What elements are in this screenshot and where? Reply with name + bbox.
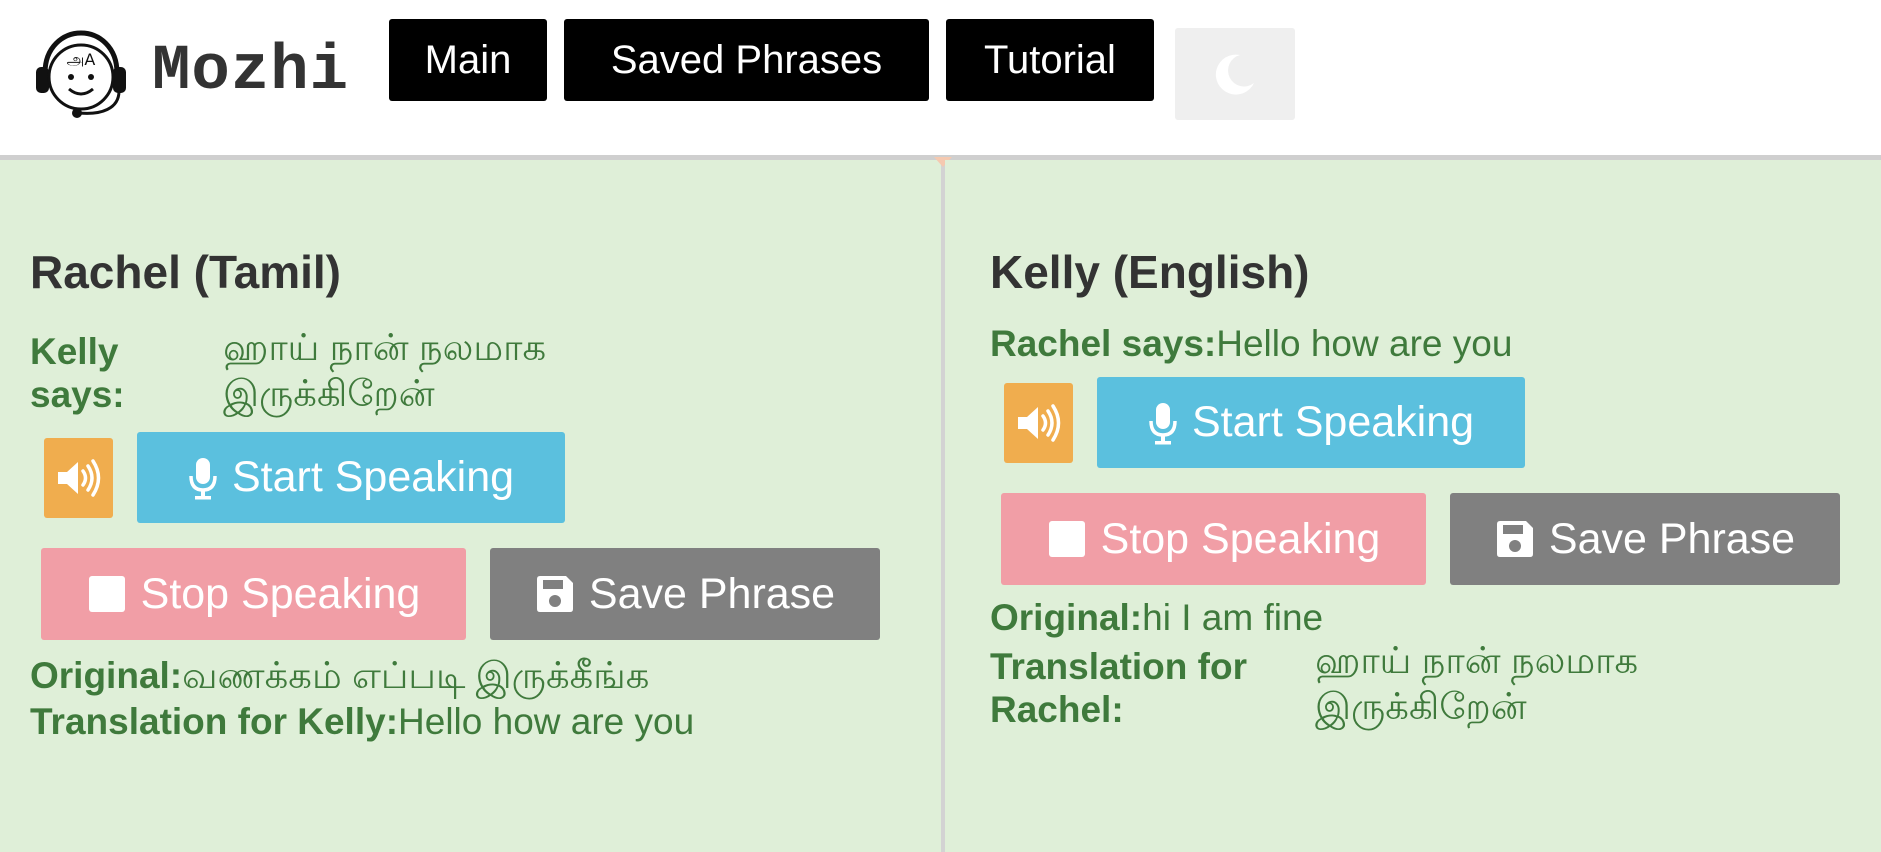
says-text: ஹாய் நான் நலமாக இருக்கிறேன் [223,325,546,417]
translation-label: Translation for Rachel: [990,645,1247,731]
stop-speaking-button[interactable]: Stop Speaking [1001,493,1426,585]
floppy-disk-icon [1495,519,1535,559]
stop-square-icon [1047,519,1087,559]
play-audio-button[interactable] [1004,383,1073,463]
logo-headset-icon[interactable]: அA [31,25,129,123]
logo-glyph: அA [67,50,96,69]
floppy-disk-icon [535,574,575,614]
says-text-line: ஹாய் நான் நலமாக [223,327,547,368]
stop-speaking-label: Stop Speaking [1100,514,1381,563]
says-text-line: இருக்கிறேன் [223,373,435,414]
says-text: Hello how are you [1216,323,1513,364]
says-label: Rachel says: [990,323,1217,364]
translation-label-line: Rachel: [990,689,1124,730]
says-label-line: says: [30,374,125,415]
original-row: Original:hi I am fine [990,595,1323,641]
translation-text-line: இருக்கிறேன் [1315,686,1527,727]
nav-tutorial-button[interactable]: Tutorial [946,19,1154,101]
stop-speaking-button[interactable]: Stop Speaking [41,548,466,640]
save-phrase-label: Save Phrase [588,569,836,618]
says-label-line: Kelly [30,331,119,372]
theme-toggle-button[interactable] [1175,28,1295,120]
microphone-icon [1148,401,1178,445]
save-phrase-label: Save Phrase [1548,514,1796,563]
translation-text-line: ஹாய் நான் நலமாக [1315,640,1639,681]
rachel-pane: Rachel (Tamil) Kelly says: ஹாய் நான் நலம… [0,160,941,852]
stop-speaking-label: Stop Speaking [140,569,421,618]
volume-icon [57,459,100,497]
play-audio-button[interactable] [44,438,113,518]
original-text: hi I am fine [1142,597,1324,638]
nav-saved-phrases-button[interactable]: Saved Phrases [564,19,929,101]
says-row: Rachel says:Hello how are you [990,321,1512,367]
nav-main-button[interactable]: Main [389,19,547,101]
volume-icon [1017,404,1060,442]
app-header: அA Mozhi Main Saved Phrases Tutorial [0,0,1881,155]
start-speaking-button[interactable]: Start Speaking [1097,377,1525,468]
moon-icon [1215,54,1254,95]
pane-heading: Kelly (English) [990,246,1310,298]
save-phrase-button[interactable]: Save Phrase [1450,493,1840,585]
save-phrase-button[interactable]: Save Phrase [490,548,880,640]
kelly-pane: Kelly (English) Rachel says:Hello how ar… [945,160,1881,852]
translation-text: Hello how are you [398,701,695,742]
start-speaking-button[interactable]: Start Speaking [137,432,565,523]
original-label: Original: [990,597,1143,638]
stop-square-icon [87,574,127,614]
translation-row: Translation for Kelly:Hello how are you [30,699,694,745]
pane-heading: Rachel (Tamil) [30,246,341,298]
translation-label: Translation for Kelly: [30,701,399,742]
brand-title: Mozhi [152,36,350,108]
start-speaking-label: Start Speaking [231,453,515,501]
translation-label-line: Translation for [990,646,1247,687]
says-label: Kelly says: [30,330,125,416]
original-text: வணக்கம் எப்படி இருக்கீங்க [182,655,650,696]
original-row: Original:வணக்கம் எப்படி இருக்கீங்க [30,653,649,699]
microphone-icon [188,456,218,500]
translation-text: ஹாய் நான் நலமாக இருக்கிறேன் [1315,638,1638,730]
start-speaking-label: Start Speaking [1191,398,1475,446]
original-label: Original: [30,655,183,696]
